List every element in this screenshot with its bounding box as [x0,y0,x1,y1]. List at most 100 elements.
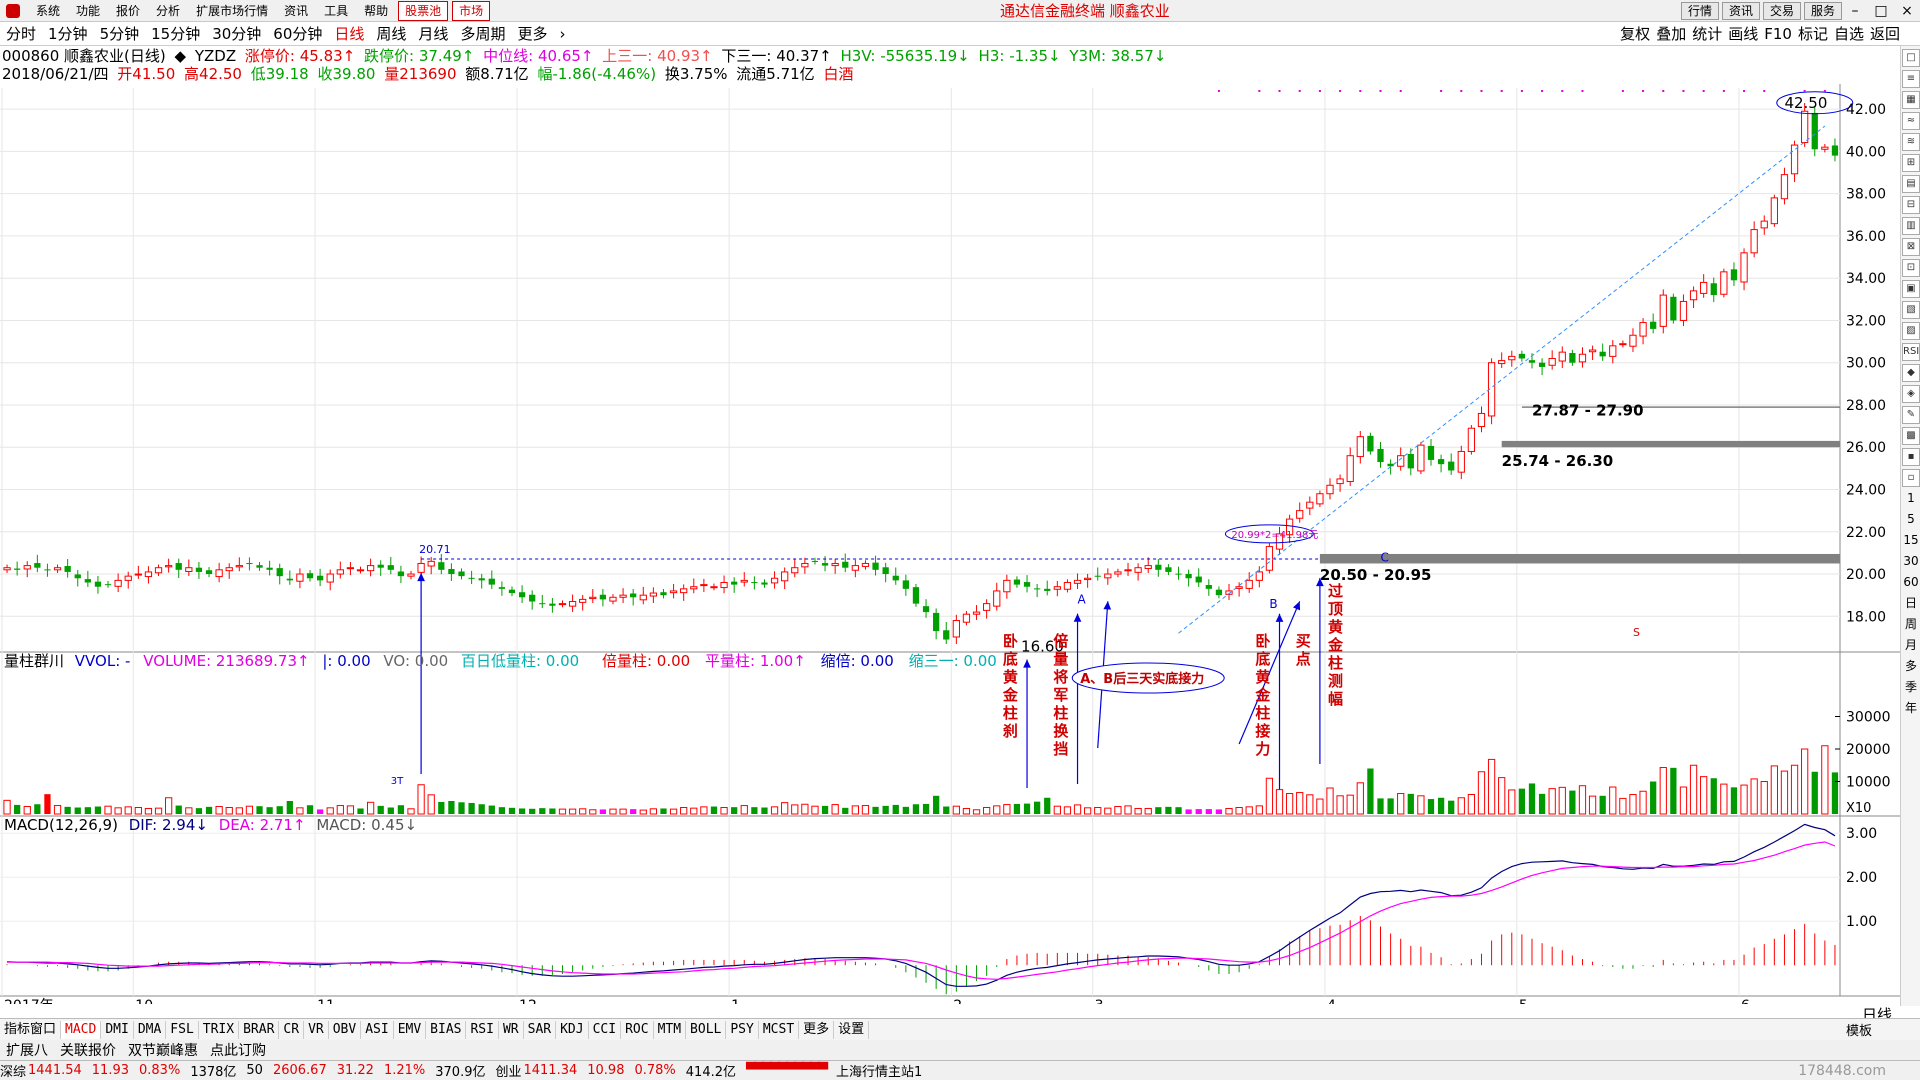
period-shortcut-1[interactable]: 5 [1902,511,1920,529]
ext-tab-related[interactable]: 关联报价 [54,1040,122,1060]
right-tool-20-icon[interactable]: ▫ [1902,469,1920,487]
indicator-tab-8[interactable]: VR [304,1020,329,1039]
tab-15min[interactable]: 15分钟 [145,22,206,46]
period-shortcut-8[interactable]: 多 [1902,658,1920,676]
indicator-name[interactable]: YZDZ [195,47,236,65]
maximize-icon[interactable]: □ [1868,0,1894,22]
menu-help[interactable]: 帮助 [356,0,396,22]
period-shortcut-2[interactable]: 15 [1902,532,1920,550]
template-button[interactable]: 模板 [1846,1020,1872,1039]
right-tool-6-icon[interactable]: ▤ [1902,175,1920,193]
indicator-tab-12[interactable]: BIAS [426,1020,467,1039]
indicator-tab-16[interactable]: KDJ [556,1020,589,1039]
period-shortcut-9[interactable]: 季 [1902,679,1920,697]
period-shortcut-0[interactable]: 1 [1902,490,1920,508]
right-tool-14-icon[interactable]: RSI [1902,343,1920,361]
f10-button[interactable]: F10 [1764,22,1792,46]
statistics-button[interactable]: 统计 [1692,22,1722,46]
indicator-tab-21[interactable]: PSY [726,1020,759,1039]
right-tool-17-icon[interactable]: ✎ [1902,406,1920,424]
indicator-tab-2[interactable]: DMI [101,1020,134,1039]
indicator-tab-23[interactable]: 更多 [799,1020,835,1039]
period-shortcut-3[interactable]: 30 [1902,553,1920,571]
right-tool-18-icon[interactable]: ▩ [1902,427,1920,445]
trade-button[interactable]: 交易 [1762,2,1801,20]
mark-button[interactable]: 标记 [1798,22,1828,46]
tab-5min[interactable]: 5分钟 [94,22,146,46]
tab-daily[interactable]: 日线 [328,22,370,46]
tab-30min[interactable]: 30分钟 [206,22,267,46]
indicator-tab-0[interactable]: 指标窗口 [0,1020,62,1039]
restore-rights-button[interactable]: 复权 [1620,22,1650,46]
menu-tools[interactable]: 工具 [316,0,356,22]
indicator-tab-17[interactable]: CCI [589,1020,622,1039]
right-tool-3-icon[interactable]: ≈ [1902,112,1920,130]
right-tool-0-icon[interactable]: □ [1902,49,1920,67]
tab-60min[interactable]: 60分钟 [267,22,328,46]
ext-tab-order[interactable]: 点此订购 [204,1040,272,1060]
draw-line-button[interactable]: 画线 [1728,22,1758,46]
quote-button[interactable]: 行情 [1680,2,1719,20]
indicator-tab-14[interactable]: WR [499,1020,524,1039]
indicator-tab-3[interactable]: DMA [134,1020,167,1039]
menu-quote[interactable]: 报价 [108,0,148,22]
indicator-tab-4[interactable]: FSL [166,1020,199,1039]
right-tool-10-icon[interactable]: ⊡ [1902,259,1920,277]
indicator-tab-5[interactable]: TRIX [199,1020,240,1039]
overlay-button[interactable]: 叠加 [1656,22,1686,46]
right-tool-4-icon[interactable]: ≋ [1902,133,1920,151]
indicator-tab-22[interactable]: MCST [759,1020,800,1039]
right-tool-9-icon[interactable]: ⊠ [1902,238,1920,256]
right-tool-16-icon[interactable]: ◈ [1902,385,1920,403]
period-shortcut-5[interactable]: 日 [1902,595,1920,613]
server-name[interactable]: 上海行情主站1 [836,1061,922,1080]
minimize-icon[interactable]: – [1842,0,1868,22]
indicator-tab-7[interactable]: CR [279,1020,305,1039]
indicator-tab-11[interactable]: EMV [394,1020,427,1039]
right-tool-11-icon[interactable]: ▣ [1902,280,1920,298]
right-tool-7-icon[interactable]: ⊟ [1902,196,1920,214]
watchlist-button[interactable]: 自选 [1834,22,1864,46]
close-icon[interactable]: × [1894,0,1920,22]
indicator-tab-9[interactable]: OBV [329,1020,362,1039]
ext-tab-promo[interactable]: 双节巅峰惠 [122,1040,204,1060]
right-tool-2-icon[interactable]: ▦ [1902,91,1920,109]
indicator-tab-20[interactable]: BOLL [686,1020,727,1039]
period-shortcut-7[interactable]: 月 [1902,637,1920,655]
indicator-tab-1[interactable]: MACD [61,1020,102,1039]
menu-analysis[interactable]: 分析 [148,0,188,22]
period-shortcut-4[interactable]: 60 [1902,574,1920,592]
period-shortcut-6[interactable]: 周 [1902,616,1920,634]
right-tool-19-icon[interactable]: ▪ [1902,448,1920,466]
indicator-tab-6[interactable]: BRAR [239,1020,280,1039]
kline-chart[interactable]: 20.7127.87 - 27.9025.74 - 26.3020.50 - 2… [0,84,1900,1004]
period-shortcut-10[interactable]: 年 [1902,700,1920,718]
menu-function[interactable]: 功能 [68,0,108,22]
right-tool-12-icon[interactable]: ▧ [1902,301,1920,319]
indicator-tab-15[interactable]: SAR [524,1020,557,1039]
right-tool-8-icon[interactable]: ▥ [1902,217,1920,235]
indicator-dropdown-icon[interactable]: ◆ [175,47,187,65]
indicator-tab-19[interactable]: MTM [654,1020,687,1039]
right-tool-15-icon[interactable]: ◆ [1902,364,1920,382]
menu-news[interactable]: 资讯 [276,0,316,22]
back-button[interactable]: 返回 [1870,22,1900,46]
right-tool-5-icon[interactable]: ⊞ [1902,154,1920,172]
tab-1min[interactable]: 1分钟 [42,22,94,46]
indicator-tab-24[interactable]: 设置 [834,1020,870,1039]
right-tool-1-icon[interactable]: ≡ [1902,70,1920,88]
tab-more[interactable]: 更多 [511,22,553,46]
tab-weekly[interactable]: 周线 [370,22,412,46]
service-button[interactable]: 服务 [1803,2,1842,20]
indicator-tab-10[interactable]: ASI [361,1020,394,1039]
ext-tab-8[interactable]: 扩展八 [0,1040,54,1060]
news-button[interactable]: 资讯 [1721,2,1760,20]
menu-ext-market[interactable]: 扩展市场行情 [188,0,276,22]
tab-timeshare[interactable]: 分时 [0,22,42,46]
tab-multi-period[interactable]: 多周期 [454,22,511,46]
indicator-tab-18[interactable]: ROC [621,1020,654,1039]
indicator-tab-13[interactable]: RSI [466,1020,499,1039]
right-tool-13-icon[interactable]: ▨ [1902,322,1920,340]
menu-system[interactable]: 系统 [28,0,68,22]
tab-monthly[interactable]: 月线 [412,22,454,46]
